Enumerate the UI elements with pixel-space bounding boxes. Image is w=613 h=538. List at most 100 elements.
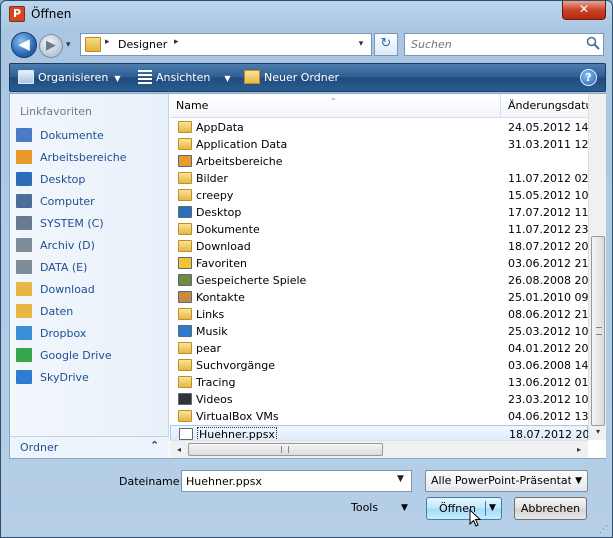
breadcrumb-separator[interactable]: ▸	[105, 37, 110, 47]
saved-games-icon	[178, 274, 192, 286]
filetype-select[interactable]: Alle PowerPoint-Präsentatio ▼	[425, 470, 588, 492]
favorite-item-label: Computer	[40, 195, 95, 208]
horizontal-scroll-thumb[interactable]	[188, 443, 383, 456]
favorite-item-label: SYSTEM (C)	[40, 217, 104, 230]
favorite-item[interactable]: Google Drive	[16, 346, 166, 366]
searches-folder-icon	[178, 359, 192, 371]
favorite-item[interactable]: SkyDrive	[16, 368, 166, 388]
file-list: Name ⌃ Änderungsdatum AppData 24.05.2012 …	[170, 94, 606, 458]
search-icon[interactable]	[585, 36, 601, 52]
file-row[interactable]: Dokumente 11.07.2012 23:01	[170, 221, 588, 238]
filename-input[interactable]	[181, 470, 412, 492]
file-row[interactable]: Favoriten 03.06.2012 21:16	[170, 255, 588, 272]
favorite-item[interactable]: Daten	[16, 302, 166, 322]
title-bar[interactable]: P Öffnen ✕	[1, 1, 612, 29]
vertical-scrollbar[interactable]: ▾	[588, 94, 606, 440]
file-name: Desktop	[196, 206, 242, 219]
tools-button[interactable]: Tools ▼	[351, 500, 417, 516]
grip-icon	[596, 327, 602, 335]
dialog-body: Linkfavoriten Dokumente Arbeitsbereiche De…	[9, 93, 606, 459]
folder-icon	[178, 121, 192, 133]
file-row[interactable]: Musik 25.03.2012 10:29	[170, 323, 588, 340]
favorite-item-label: Download	[40, 283, 95, 296]
file-row[interactable]: Application Data 31.03.2011 12:26	[170, 136, 588, 153]
resize-grip-icon[interactable]: ⋰	[599, 525, 609, 535]
folders-toggle[interactable]: Ordner ⌃	[10, 436, 169, 458]
new-folder-label: Neuer Ordner	[264, 71, 339, 84]
back-button[interactable]: ◀	[11, 32, 37, 58]
favorite-item-label: Google Drive	[40, 349, 112, 362]
file-row[interactable]: Download 18.07.2012 20:45	[170, 238, 588, 255]
address-bar[interactable]: ▸ Designer ▸ ▾	[80, 33, 372, 56]
file-name: Arbeitsbereiche	[196, 155, 283, 168]
file-modified-date: 03.06.2008 14:02	[508, 359, 588, 372]
open-dialog-window: P Öffnen ✕ ◀ ▶ ▾ ▸ Designer ▸ ▾ ↻ Organi…	[0, 0, 613, 538]
favorite-item[interactable]: Arbeitsbereiche	[16, 148, 166, 168]
favorite-item[interactable]: Archiv (D)	[16, 236, 166, 256]
file-modified-date: 24.05.2012 14:53	[508, 121, 588, 134]
favorite-item[interactable]: Desktop	[16, 170, 166, 190]
vertical-scroll-thumb[interactable]	[591, 236, 605, 426]
organize-button[interactable]: Organisieren ▼	[18, 64, 120, 91]
column-header-name[interactable]: Name ⌃	[170, 94, 501, 118]
documents-icon	[16, 128, 32, 142]
file-row[interactable]: Tracing 13.06.2012 01:41	[170, 374, 588, 391]
breadcrumb-separator[interactable]: ▸	[174, 37, 179, 47]
file-row[interactable]: creepy 15.05.2012 10:02	[170, 187, 588, 204]
favorite-item[interactable]: Download	[16, 280, 166, 300]
file-name: Suchvorgänge	[196, 359, 275, 372]
open-options-dropdown[interactable]: ▼	[489, 498, 496, 519]
favorite-item[interactable]: SYSTEM (C)	[16, 214, 166, 234]
file-row[interactable]: VirtualBox VMs 04.06.2012 13:10	[170, 408, 588, 425]
refresh-button[interactable]: ↻	[374, 33, 398, 56]
tools-label: Tools	[351, 501, 379, 514]
mouse-cursor-icon	[469, 508, 482, 527]
forward-button[interactable]: ▶	[39, 34, 63, 58]
file-modified-date: 18.07.2012 20:45	[508, 240, 588, 253]
drive-icon	[16, 238, 32, 252]
favorite-item[interactable]: Dropbox	[16, 324, 166, 344]
views-button[interactable]: Ansichten ▼	[138, 64, 231, 91]
file-row[interactable]: AppData 24.05.2012 14:53	[170, 119, 588, 136]
file-name: Download	[196, 240, 251, 253]
file-name: Videos	[196, 393, 233, 406]
file-row[interactable]: pear 04.01.2012 20:06	[170, 340, 588, 357]
new-folder-button[interactable]: Neuer Ordner	[244, 64, 339, 91]
address-dropdown-button[interactable]: ▾	[353, 36, 369, 53]
file-modified-date: 04.01.2012 20:06	[508, 342, 588, 355]
search-input[interactable]	[404, 33, 604, 56]
file-row[interactable]: Gespeicherte Spiele 26.08.2008 20:54	[170, 272, 588, 289]
scroll-right-arrow[interactable]: ▸	[572, 441, 586, 458]
file-row[interactable]: Links 08.06.2012 21:20	[170, 306, 588, 323]
chevron-down-icon: ▼	[575, 476, 582, 486]
file-row[interactable]: Bilder 11.07.2012 02:27	[170, 170, 588, 187]
file-name: Favoriten	[196, 257, 247, 270]
favorite-item-label: Desktop	[40, 173, 86, 186]
chevron-down-icon: ▼	[114, 74, 121, 83]
filename-dropdown-button[interactable]: ▼	[397, 474, 404, 484]
breadcrumb-designer[interactable]: Designer	[118, 38, 167, 51]
drive-icon	[16, 216, 32, 230]
scroll-down-arrow[interactable]: ▾	[589, 424, 606, 440]
open-button[interactable]: Öffnen ▼	[426, 497, 502, 520]
scroll-left-arrow[interactable]: ◂	[172, 441, 186, 458]
favorite-item-label: Arbeitsbereiche	[40, 151, 127, 164]
cancel-button[interactable]: Abbrechen	[514, 497, 587, 520]
file-row[interactable]: Videos 23.03.2012 10:55	[170, 391, 588, 408]
file-name: AppData	[196, 121, 244, 134]
help-icon[interactable]: ?	[580, 69, 597, 86]
file-row[interactable]: Kontakte 25.01.2010 09:59	[170, 289, 588, 306]
folder-icon	[178, 410, 192, 422]
recent-pages-dropdown[interactable]: ▾	[66, 39, 76, 51]
file-row[interactable]: Arbeitsbereiche	[170, 153, 588, 170]
file-modified-date: 31.03.2011 12:26	[508, 138, 588, 151]
file-row[interactable]: Suchvorgänge 03.06.2008 14:02	[170, 357, 588, 374]
film-icon	[178, 393, 192, 405]
horizontal-scrollbar[interactable]: ◂ ▸	[170, 440, 588, 458]
favorite-item[interactable]: Dokumente	[16, 126, 166, 146]
favorite-item[interactable]: Computer	[16, 192, 166, 212]
close-button[interactable]: ✕	[562, 1, 606, 20]
file-modified-date: 08.06.2012 21:20	[508, 308, 588, 321]
file-row[interactable]: Desktop 17.07.2012 11:42	[170, 204, 588, 221]
favorite-item[interactable]: DATA (E)	[16, 258, 166, 278]
